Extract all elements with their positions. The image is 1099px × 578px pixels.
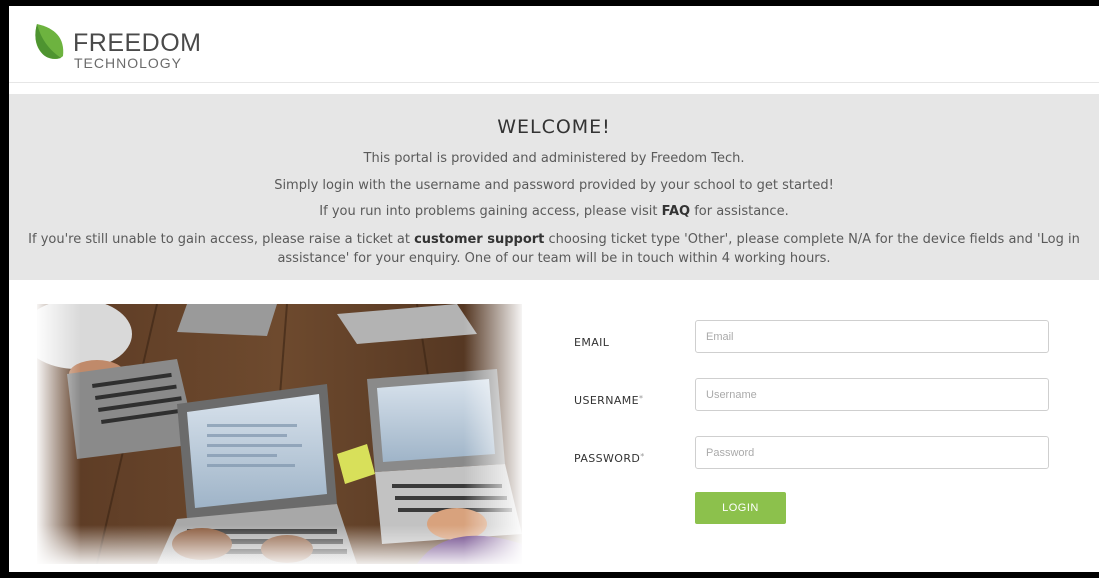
email-label-text: EMAIL: [574, 336, 610, 349]
photo-edge-fade: [37, 304, 522, 564]
logo-subtitle: TECHNOLOGY: [74, 55, 183, 71]
page: FREEDOM TECHNOLOGY WELCOME! This portal …: [9, 6, 1099, 572]
welcome-text-line-4: If you're still unable to gain access, p…: [9, 230, 1099, 268]
login-button[interactable]: LOGIN: [695, 492, 786, 524]
students-laptops-photo: [37, 304, 522, 564]
faq-text-pre: If you run into problems gaining access,…: [319, 204, 662, 219]
login-form: EMAIL USERNAME* PASSWORD* LOGIN: [569, 318, 1089, 548]
support-text-pre: If you're still unable to gain access, p…: [28, 232, 415, 247]
password-field[interactable]: [695, 436, 1049, 469]
username-label: USERNAME*: [574, 394, 643, 407]
email-field[interactable]: [695, 320, 1049, 353]
welcome-heading: WELCOME!: [497, 116, 611, 138]
freedom-technology-logo[interactable]: FREEDOM TECHNOLOGY: [33, 22, 233, 74]
email-label: EMAIL: [574, 336, 609, 349]
username-required-mark: *: [639, 394, 644, 403]
faq-text-post: for assistance.: [690, 204, 789, 219]
password-label-text: PASSWORD: [574, 452, 641, 465]
faq-link[interactable]: FAQ: [662, 204, 691, 219]
welcome-text-line-3: If you run into problems gaining access,…: [9, 202, 1099, 221]
username-field[interactable]: [695, 378, 1049, 411]
logo-title: FREEDOM: [73, 29, 202, 57]
welcome-text-line-1: This portal is provided and administered…: [363, 151, 745, 166]
site-header: FREEDOM TECHNOLOGY: [9, 6, 1099, 83]
leaf-icon: [35, 24, 64, 59]
username-label-text: USERNAME: [574, 394, 640, 407]
password-required-mark: *: [640, 452, 645, 461]
welcome-text-line-2: Simply login with the username and passw…: [274, 178, 834, 193]
customer-support-link[interactable]: customer support: [414, 232, 544, 247]
password-label: PASSWORD*: [574, 452, 645, 465]
welcome-panel: WELCOME! This portal is provided and adm…: [9, 94, 1099, 280]
